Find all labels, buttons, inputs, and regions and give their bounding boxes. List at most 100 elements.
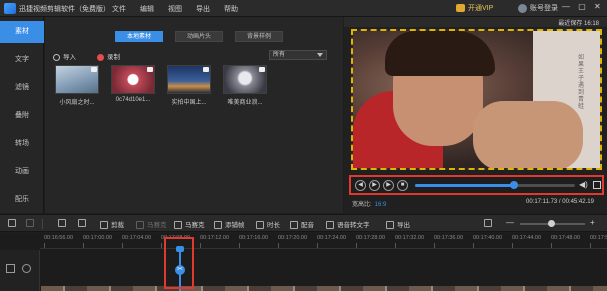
eye-icon[interactable] (22, 264, 31, 273)
ruler-tick-label: 00:17:24.00 (317, 235, 347, 241)
menu-export[interactable]: 导出 (196, 4, 210, 14)
volume-icon[interactable]: ◀) (579, 180, 589, 190)
track-header (0, 250, 40, 291)
ruler-tick (395, 243, 396, 248)
mosaic-button[interactable]: 马赛克 (174, 219, 205, 230)
timecode: 00:17:11.73 / 00:45:42.19 (526, 199, 594, 205)
zoom-in-button[interactable]: + (590, 218, 595, 227)
filter-select[interactable]: 所有 (269, 50, 327, 60)
nav-item-music[interactable]: 配乐 (0, 189, 44, 211)
media-item-label: 0c74d10e1... (115, 97, 151, 103)
menu-help[interactable]: 帮助 (224, 4, 238, 14)
nav-item-material[interactable]: 素材 (0, 21, 44, 43)
menu-view[interactable]: 视图 (168, 4, 182, 14)
freeze-frame-button[interactable]: 添铺帧 (214, 219, 245, 230)
ruler-tick (122, 243, 123, 248)
redo-icon (26, 219, 34, 227)
video-badge-icon (203, 67, 209, 72)
media-thumbnail[interactable] (111, 65, 155, 94)
avatar-icon (518, 3, 527, 13)
window-controls[interactable]: — ▢ ✕ (562, 2, 606, 14)
ruler-tick (278, 243, 279, 248)
tab-background-sample[interactable]: 背景样例 (235, 31, 283, 42)
scissors-icon (58, 219, 66, 227)
freeze-icon (214, 221, 222, 230)
dub-button[interactable]: 配音 (290, 219, 314, 230)
mosaic-button-disabled[interactable]: 马赛克 (136, 219, 167, 230)
play-button[interactable]: ▶ (369, 180, 380, 191)
app-logo-icon (4, 3, 16, 14)
login-button[interactable]: 账号登录 (518, 3, 558, 13)
record-icon (97, 53, 104, 61)
zoom-slider[interactable] (520, 220, 585, 227)
divider (42, 219, 43, 229)
duration-button[interactable]: 时长 (256, 219, 280, 230)
fit-button[interactable] (484, 219, 495, 227)
nav-item-transition[interactable]: 转场 (0, 133, 44, 155)
preview-header: 最近保存 16:18 (344, 17, 607, 27)
cut-button[interactable] (58, 219, 69, 227)
ruler-tick-label: 00:17:00.00 (83, 235, 113, 241)
menu-edit[interactable]: 编辑 (140, 4, 154, 14)
video-figure-hair (385, 31, 495, 76)
trash-icon (78, 219, 86, 227)
time-ruler[interactable]: 00:16:56.00 00:17:00.00 00:17:04.00 00:17:0… (40, 233, 607, 249)
nav-item-filter[interactable]: 滤镜 (0, 77, 44, 99)
video-badge-icon (91, 67, 97, 72)
media-thumbnail[interactable] (223, 65, 267, 94)
vip-button[interactable]: 开通VIP (456, 3, 504, 14)
progress-bar[interactable] (415, 181, 575, 189)
ruler-tick-label: 00:17:28.00 (356, 235, 386, 241)
delete-button[interactable] (78, 219, 89, 227)
zoom-handle[interactable] (548, 220, 555, 227)
nav-item-text[interactable]: 文字 (0, 49, 44, 71)
chevron-down-icon (317, 53, 323, 57)
nav-item-overlay[interactable]: 叠附 (0, 105, 44, 127)
import-button[interactable]: 导入 (53, 51, 76, 61)
ruler-tick (83, 243, 84, 248)
export-icon (386, 221, 394, 230)
export-button[interactable]: 导出 (386, 219, 410, 230)
zoom-out-button[interactable]: — (506, 218, 514, 227)
ruler-tick (590, 243, 591, 248)
media-item-label: 实拍中国上... (171, 100, 207, 106)
record-button[interactable]: 录制 (97, 51, 120, 61)
video-badge-icon (259, 67, 265, 72)
add-icon (53, 53, 60, 61)
redo-button[interactable] (26, 219, 37, 227)
media-thumbnail[interactable] (167, 65, 211, 94)
mosaic-icon (136, 221, 144, 230)
menu-file[interactable]: 文件 (112, 4, 126, 14)
autosave-status: 最近保存 16:18 (558, 21, 599, 27)
stop-button[interactable]: ■ (397, 180, 408, 191)
ruler-tick-label: 00:17:12.00 (200, 235, 230, 241)
media-item-label: 唯美商业浪... (227, 100, 263, 106)
undo-icon (8, 219, 16, 227)
crop-button[interactable]: 剪裁 (100, 219, 124, 230)
speech-to-text-button[interactable]: 语音转文字 (326, 219, 370, 230)
media-thumbnail[interactable] (55, 65, 99, 94)
next-frame-button[interactable]: ▶ (383, 180, 394, 191)
ruler-tick-label: 00:17:20.00 (278, 235, 308, 241)
ruler-tick-label: 00:17:44.00 (512, 235, 542, 241)
prev-frame-button[interactable]: ◀ (355, 180, 366, 191)
video-clip-strip[interactable] (41, 286, 607, 291)
ruler-tick (317, 243, 318, 248)
video-figure-hand (473, 101, 583, 168)
fullscreen-icon[interactable] (593, 181, 601, 189)
highlight-box (164, 237, 194, 289)
undo-button[interactable] (8, 219, 19, 227)
video-badge-icon (147, 67, 153, 72)
ruler-tick (200, 243, 201, 248)
aspect-ratio-value[interactable]: 16:9 (375, 202, 387, 208)
tab-animated-intro[interactable]: 动画片头 (175, 31, 223, 42)
video-preview[interactable]: 如果王子遇到青蛙 (351, 29, 602, 170)
nav-item-animation[interactable]: 动画 (0, 161, 44, 183)
title-bar: 迅捷视频剪辑软件（免费版） 文件 编辑 视图 导出 帮助 开通VIP 账号登录 … (0, 0, 607, 17)
edit-toolbar: 剪裁 马赛克 马赛克 添铺帧 时长 配音 语音转文字 导出 — + (0, 214, 607, 232)
progress-handle[interactable] (510, 181, 519, 189)
tab-local-material[interactable]: 本地素材 (115, 31, 163, 42)
media-item-label: 小风扇之时... (59, 100, 95, 106)
playback-controls: ◀ ▶ ▶ ■ ◀) (349, 175, 604, 195)
ruler-tick-label: 00:17:32.00 (395, 235, 425, 241)
